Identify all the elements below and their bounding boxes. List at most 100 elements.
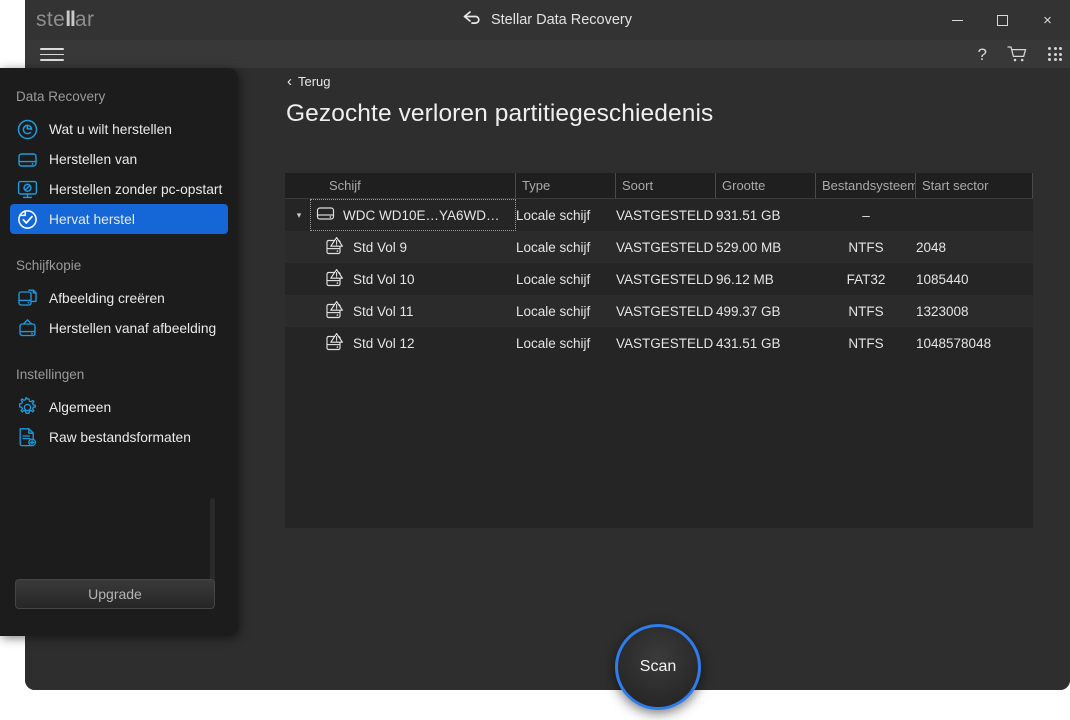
column-header-type[interactable]: Type (516, 173, 616, 198)
minimize-button[interactable] (935, 0, 980, 40)
back-link[interactable]: ‹ Terug (287, 74, 331, 89)
upgrade-button[interactable]: Upgrade (15, 579, 215, 609)
cell-bestandsysteem: NTFS (848, 303, 884, 319)
cell-soort: VASTGESTELD (616, 271, 714, 287)
close-icon: × (1043, 11, 1052, 29)
expand-collapse-icon[interactable]: ▾ (289, 210, 309, 221)
cell-soort: VASTGESTELD (616, 335, 714, 351)
sidebar-group-title-schijfkopie: Schijfkopie (16, 258, 82, 273)
sidebar-item-wat-u-wilt-herstellen[interactable]: Wat u wilt herstellen (10, 114, 228, 144)
shopping-cart-icon[interactable] (1007, 45, 1028, 63)
sidebar-item-herstellen-van[interactable]: Herstellen van (10, 144, 228, 174)
toolbar: ? (25, 40, 1070, 68)
create-image-icon (16, 287, 38, 309)
chevron-left-icon: ‹ (287, 73, 292, 90)
back-link-label: Terug (298, 74, 331, 89)
sidebar-item-label: Raw bestandsformaten (49, 429, 191, 445)
sidebar-item-label: Herstellen vanaf afbeelding (49, 320, 217, 336)
table-row[interactable]: Std Vol 11 Locale schijf VASTGESTELD 499… (285, 295, 1033, 327)
maximize-button[interactable] (980, 0, 1025, 40)
help-icon[interactable]: ? (978, 46, 987, 63)
raw-file-formats-icon (16, 426, 38, 448)
sidebar-item-label: Afbeelding creëren (49, 290, 165, 306)
column-header-start-sector[interactable]: Start sector (916, 173, 1033, 198)
sidebar-group-title-instellingen: Instellingen (16, 367, 85, 382)
volume-name-group: Std Vol 12 (285, 332, 415, 355)
cell-bestandsysteem: – (862, 207, 870, 223)
sidebar-item-afbeelding-creeren[interactable]: Afbeelding creëren (10, 283, 228, 313)
cell-grootte: 931.51 GB (716, 207, 781, 223)
partition-table: Schijf Type Soort Grootte Bestandsysteem… (285, 173, 1033, 528)
window-title-group: Stellar Data Recovery (25, 0, 1070, 40)
cell-schijf: Std Vol 9 (285, 236, 516, 259)
cell-type: Locale schijf (516, 303, 591, 319)
volume-warning-icon (325, 268, 345, 291)
column-header-bestandsysteem[interactable]: Bestandsysteem (816, 173, 916, 198)
cell-bestandsysteem: FAT32 (846, 271, 886, 287)
cell-type: Locale schijf (516, 207, 591, 223)
hamburger-line (40, 48, 64, 50)
sidebar-item-label: Wat u wilt herstellen (49, 121, 172, 137)
page-title: Gezochte verloren partitiegeschiedenis (286, 100, 714, 127)
sidebar-group-title-data-recovery: Data Recovery (16, 89, 106, 104)
volume-name-group: Std Vol 10 (285, 268, 415, 291)
table-row[interactable]: Std Vol 10 Locale schijf VASTGESTELD 96.… (285, 263, 1033, 295)
cell-type: Locale schijf (516, 335, 591, 351)
screen: stellar Stellar Data Recovery × ? ‹ Teru… (0, 0, 1070, 720)
minimize-icon (952, 19, 963, 21)
grid-dot (1053, 58, 1057, 61)
table-row[interactable]: Std Vol 12 Locale schijf VASTGESTELD 431… (285, 327, 1033, 359)
disk-name-focus-box[interactable]: WDC WD10E…YA6WD88Y) (310, 199, 516, 231)
recover-circle-icon (16, 118, 38, 140)
cell-type: Locale schijf (516, 239, 591, 255)
sidebar-item-label: Algemeen (49, 399, 112, 415)
table-row[interactable]: ▾ WDC WD10E…YA6WD88Y) Locale schijf VAST… (285, 199, 1033, 231)
grid-dot (1059, 47, 1062, 50)
cell-grootte: 499.37 GB (716, 303, 781, 319)
cell-schijf: Std Vol 11 (285, 300, 516, 323)
apps-grid-icon[interactable] (1048, 47, 1062, 61)
sidebar-item-herstellen-zonder-pc-opstart[interactable]: Herstellen zonder pc-opstart (10, 174, 228, 204)
grid-dot (1053, 52, 1057, 56)
window-title: Stellar Data Recovery (490, 12, 633, 28)
volume-warning-icon (325, 332, 345, 355)
window-controls: × (935, 0, 1070, 40)
column-header-grootte[interactable]: Grootte (716, 173, 816, 198)
hard-drive-icon (16, 148, 38, 170)
hamburger-line (40, 59, 64, 61)
back-arrow-icon (463, 11, 482, 29)
cell-bestandsysteem: NTFS (848, 335, 884, 351)
volume-name-label: Std Vol 10 (353, 271, 415, 287)
column-header-schijf[interactable]: Schijf (285, 173, 516, 198)
cell-bestandsysteem: NTFS (848, 239, 884, 255)
sidebar-item-algemeen[interactable]: Algemeen (10, 392, 228, 422)
sidebar-item-label: Hervat herstel (49, 211, 135, 227)
table-header-row: Schijf Type Soort Grootte Bestandsysteem… (285, 173, 1033, 199)
sidebar-item-herstellen-vanaf-afbeelding[interactable]: Herstellen vanaf afbeelding (10, 313, 228, 343)
cell-start-sector: 2048 (916, 239, 947, 255)
title-bar: stellar Stellar Data Recovery × (25, 0, 1070, 40)
grid-dot (1048, 47, 1051, 50)
cell-grootte: 529.00 MB (716, 239, 782, 255)
hamburger-menu-icon[interactable] (39, 45, 65, 64)
column-header-soort[interactable]: Soort (616, 173, 716, 198)
close-button[interactable]: × (1025, 0, 1070, 40)
cell-grootte: 431.51 GB (716, 335, 781, 351)
grid-dot (1059, 52, 1062, 56)
sidebar-item-hervat-herstel[interactable]: Hervat herstel (10, 204, 228, 234)
cell-schijf: Std Vol 10 (285, 268, 516, 291)
table-row[interactable]: Std Vol 9 Locale schijf VASTGESTELD 529.… (285, 231, 1033, 263)
cell-grootte: 96.12 MB (716, 271, 774, 287)
cell-start-sector: 1323008 (916, 303, 969, 319)
volume-warning-icon (325, 236, 345, 259)
cell-schijf: Std Vol 12 (285, 332, 516, 355)
volume-name-group: Std Vol 9 (285, 236, 407, 259)
scan-button[interactable]: Scan (615, 624, 701, 710)
disk-name-label: WDC WD10E…YA6WD88Y) (343, 207, 507, 223)
restore-from-image-icon (16, 317, 38, 339)
sidebar-drawer: Data Recovery Wat u wilt herstellen Hers… (0, 68, 238, 636)
grid-dot (1053, 47, 1057, 50)
sidebar-item-raw-bestandsformaten[interactable]: Raw bestandsformaten (10, 422, 228, 452)
cell-schijf: ▾ WDC WD10E…YA6WD88Y) (285, 199, 516, 231)
hamburger-line (40, 53, 64, 56)
